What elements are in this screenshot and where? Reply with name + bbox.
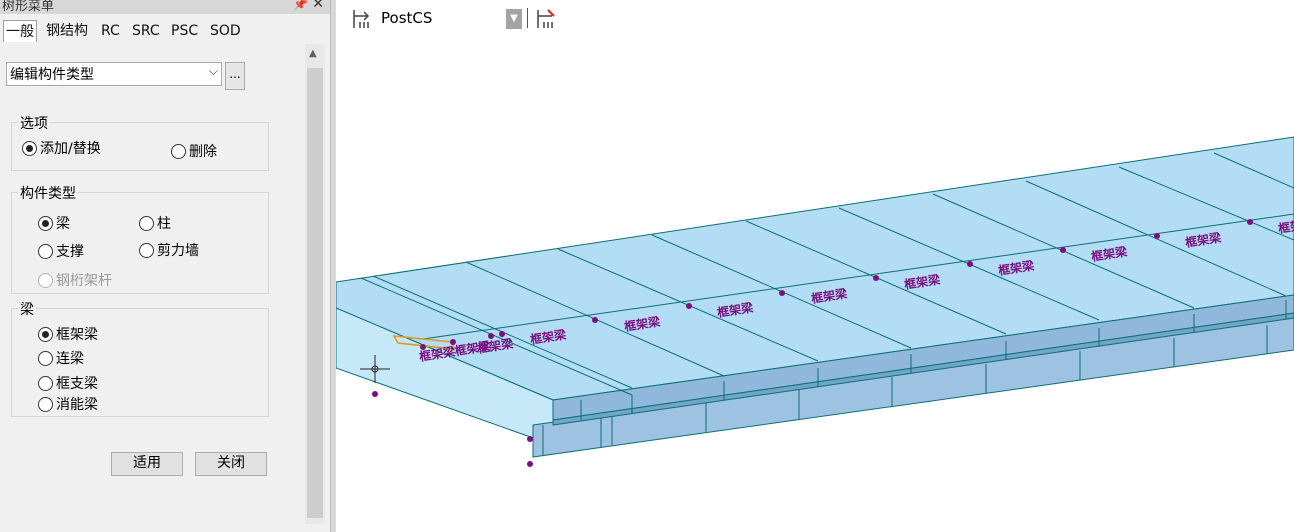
node-point [527,436,533,442]
shear-wall-type-radio[interactable]: 剪力墙 [139,241,199,259]
beam-type-label: 梁 [56,216,70,232]
close-button[interactable]: 关闭 [195,452,267,476]
options-group-label: 选项 [18,113,50,133]
column-type-radio[interactable]: 柱 [139,214,171,232]
radio-checked-icon [38,326,53,342]
radio-unchecked-icon [139,242,154,258]
transfer-beam-label: 框支梁 [56,376,98,392]
node-point [1060,247,1066,253]
dropdown-value: 编辑构件类型 [10,67,94,83]
tab-general[interactable]: 一般 [3,20,37,43]
transfer-beam-radio[interactable]: 框支梁 [38,374,98,392]
node-point [873,275,879,281]
radio-disabled-icon [38,272,53,288]
frame-beam-label: 框架梁 [56,327,98,343]
scroll-up-icon[interactable]: ▲ [309,48,317,59]
radio-checked-icon [22,140,37,156]
brace-type-label: 支撑 [56,244,84,260]
coordinate-system-select[interactable]: PostCS ▼ [376,6,522,30]
shear-wall-type-label: 剪力墙 [157,243,199,259]
coordinate-system-icon[interactable] [352,8,374,34]
energy-beam-radio[interactable]: 消能梁 [38,395,98,413]
radio-unchecked-icon [38,350,53,366]
apply-button[interactable]: 适用 [111,452,183,476]
node-point [527,461,533,467]
coordinate-system-settings-icon[interactable] [536,8,558,34]
truss-type-radio: 钢桁架杆 [38,271,112,289]
tab-bar: 一般 钢结构 RC SRC PSC SOD [0,20,330,43]
column-type-label: 柱 [157,216,171,232]
tab-psc[interactable]: PSC [169,20,200,42]
tab-sod[interactable]: SOD [208,20,243,42]
radio-unchecked-icon [171,143,186,159]
node-point [499,331,505,337]
node-point [1154,233,1160,239]
member-type-group-label: 构件类型 [18,183,78,203]
model-canvas[interactable]: 框架梁框架梁 框架梁 框架梁 框架梁 框架梁 框架梁 框架梁 框架梁 框架梁 框… [336,0,1294,532]
node-point [592,317,598,323]
radio-unchecked-icon [139,215,154,231]
tree-menu-panel: 树形菜单 📌 ✕ 一般 钢结构 RC SRC PSC SOD 编辑构件类型 ⌵ … [0,0,330,532]
coordinate-system-value: PostCS [381,9,433,27]
panel-scrollbar[interactable]: ▲ [305,44,325,524]
radio-unchecked-icon [38,375,53,391]
coupling-beam-label: 连梁 [56,351,84,367]
coupling-beam-radio[interactable]: 连梁 [38,349,84,367]
tab-rc[interactable]: RC [99,20,122,42]
edit-member-type-dropdown[interactable]: 编辑构件类型 ⌵ [6,62,222,86]
frame-beam-radio[interactable]: 框架梁 [38,325,98,343]
tab-src[interactable]: SRC [130,20,162,42]
model-viewport[interactable]: 框架梁框架梁 框架梁 框架梁 框架梁 框架梁 框架梁 框架梁 框架梁 框架梁 框… [336,0,1294,532]
radio-unchecked-icon [38,243,53,259]
node-point [1247,219,1253,225]
energy-beam-label: 消能梁 [56,397,98,413]
node-point [779,290,785,296]
delete-radio[interactable]: 删除 [171,142,217,160]
delete-label: 删除 [189,144,217,160]
panel-titlebar: 树形菜单 📌 ✕ [0,0,330,14]
node-point [967,261,973,267]
pin-icon[interactable]: 📌 [293,0,308,11]
radio-checked-icon [38,215,53,231]
tab-steel[interactable]: 钢结构 [44,20,90,42]
panel-title: 树形菜单 [2,0,55,14]
toolbar-separator [527,8,528,28]
brace-type-radio[interactable]: 支撑 [38,242,84,260]
close-icon[interactable]: ✕ [312,0,324,12]
chevron-down-icon[interactable]: ▼ [506,9,522,29]
beam-type-radio[interactable]: 梁 [38,214,70,232]
add-replace-label: 添加/替换 [40,141,101,157]
add-replace-radio[interactable]: 添加/替换 [22,139,101,157]
node-point [686,303,692,309]
chevron-down-icon: ⌵ [208,64,218,78]
beam-group-label: 梁 [18,299,36,319]
radio-unchecked-icon [38,396,53,412]
truss-type-label: 钢桁架杆 [56,273,112,289]
scrollbar-thumb[interactable] [307,68,323,518]
more-button[interactable]: ... [225,62,245,90]
node-point [372,391,378,397]
